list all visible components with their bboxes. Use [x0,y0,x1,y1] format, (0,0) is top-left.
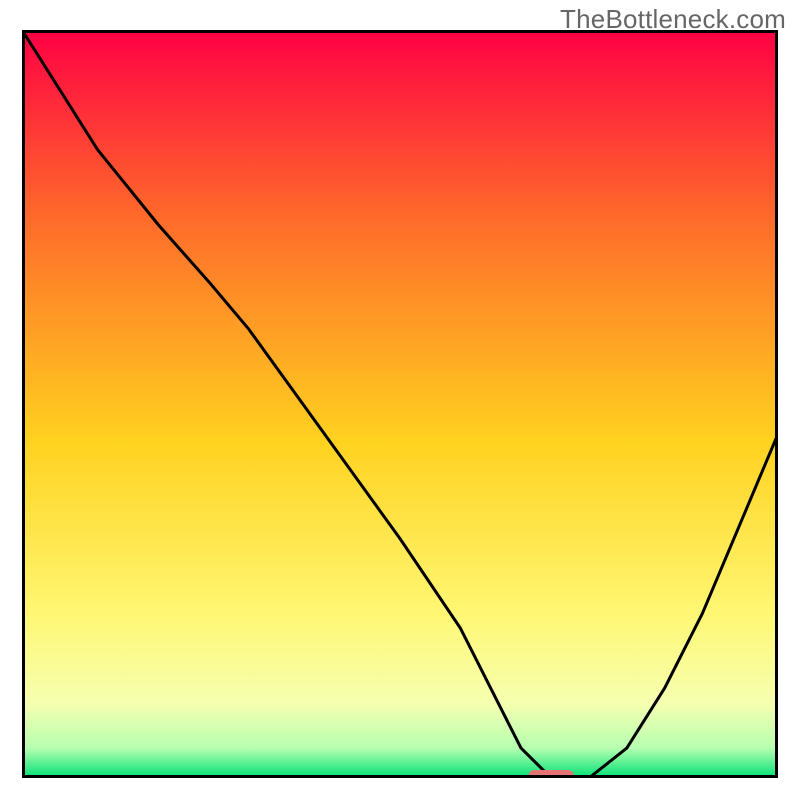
chart-container: TheBottleneck.com [0,0,800,800]
plot-frame [22,30,778,778]
plot-border [22,30,778,778]
watermark-text: TheBottleneck.com [560,4,786,35]
